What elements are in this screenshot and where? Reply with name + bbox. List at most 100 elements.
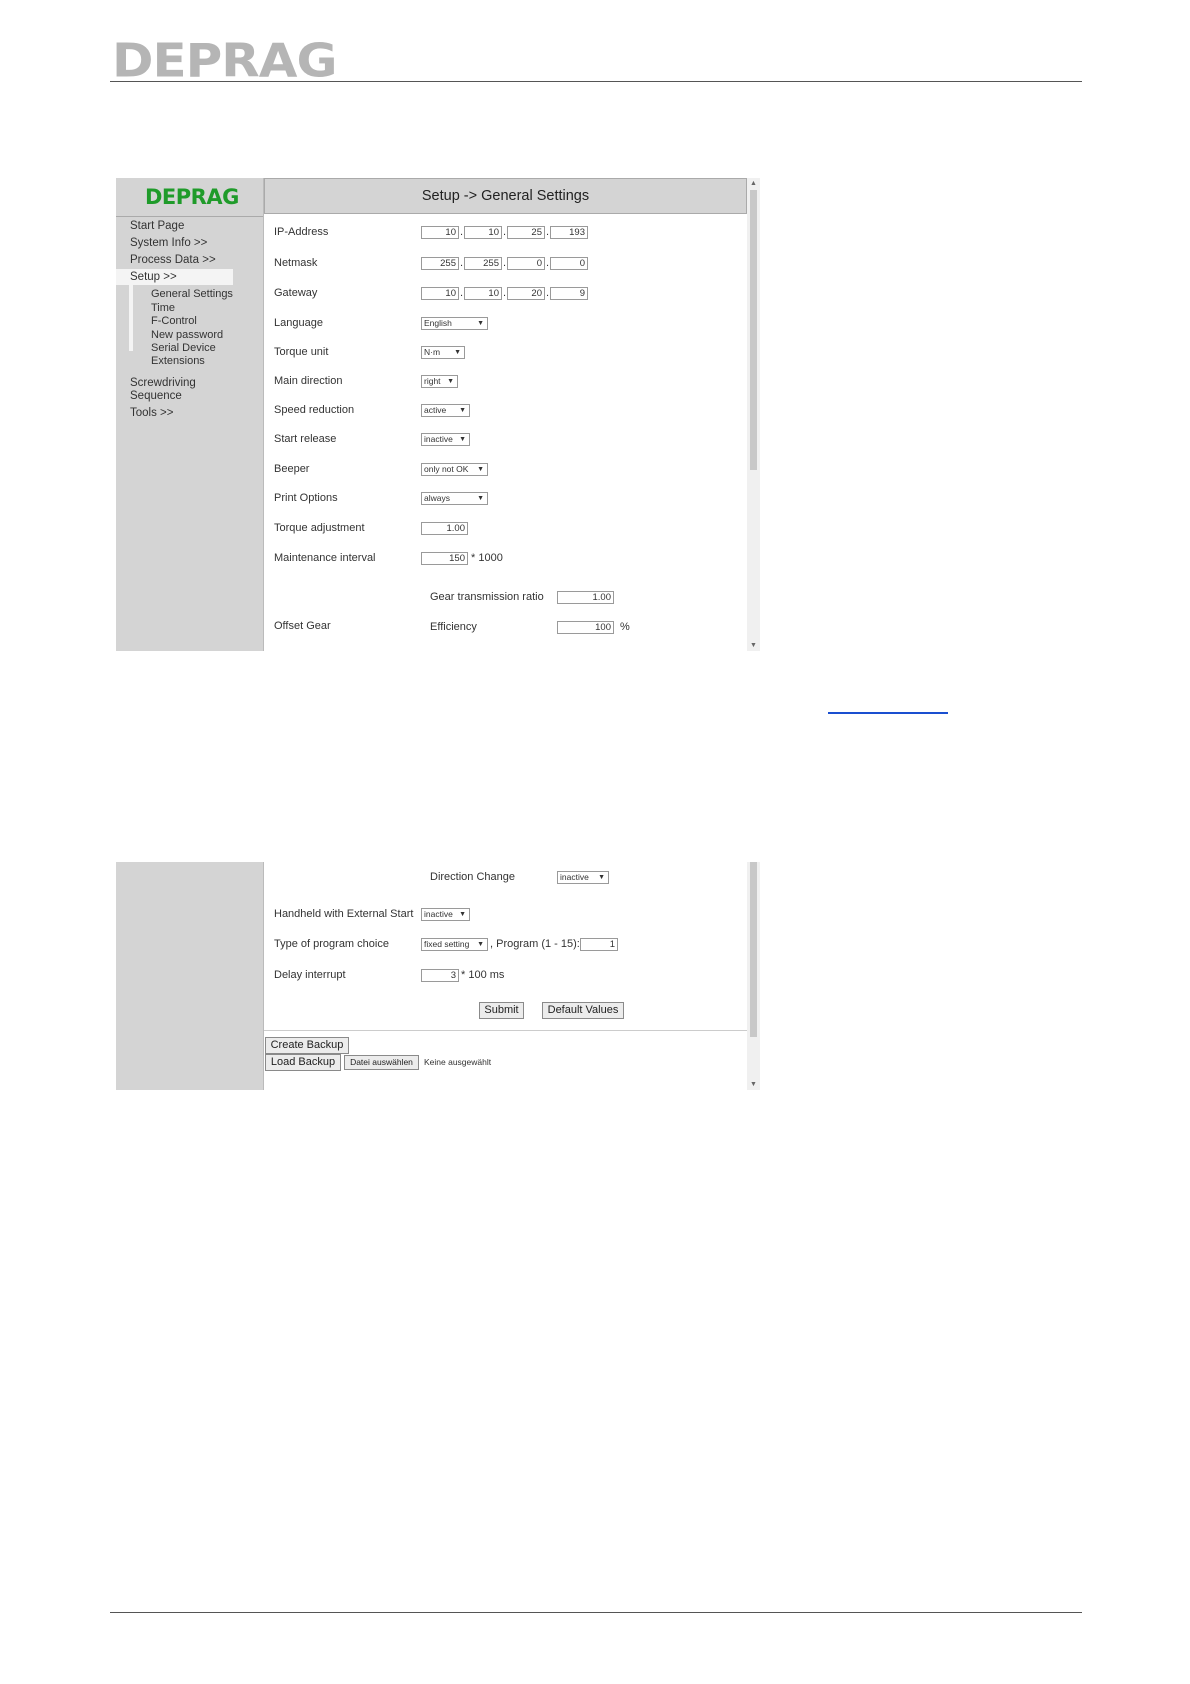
- maintenance-interval-input[interactable]: 150: [421, 552, 468, 565]
- nav-process-data[interactable]: Process Data >>: [130, 254, 216, 266]
- header-rule: [110, 81, 1082, 82]
- choose-file-button[interactable]: Datei auswählen: [344, 1055, 419, 1070]
- program-choice-select[interactable]: fixed setting ▼: [421, 938, 488, 951]
- print-options-value: always: [424, 493, 450, 503]
- dropdown-caret-icon: ▼: [447, 378, 454, 385]
- scrollbar-thumb[interactable]: [750, 862, 757, 1037]
- default-values-button[interactable]: Default Values: [542, 1002, 624, 1019]
- main-direction-label: Main direction: [274, 375, 343, 387]
- language-select[interactable]: English ▼: [421, 317, 488, 330]
- page-title: Setup -> General Settings: [421, 188, 590, 204]
- program-label: , Program (1 - 15):: [490, 938, 580, 950]
- delay-interrupt-unit: * 100 ms: [461, 969, 505, 981]
- scrollbar-thumb[interactable]: [750, 190, 757, 470]
- nav-setup[interactable]: Setup >>: [130, 271, 177, 283]
- program-input[interactable]: 1: [580, 938, 618, 951]
- scrollbar[interactable]: ▼: [747, 862, 760, 1090]
- torque-unit-value: N·m: [424, 347, 441, 357]
- dropdown-caret-icon: ▼: [477, 320, 484, 327]
- nav-serial-device[interactable]: Serial Device: [151, 342, 216, 354]
- gateway-dot: .: [503, 287, 507, 299]
- main-panel: Setup -> General Settings IP-Address 10 …: [263, 178, 747, 651]
- efficiency-label: Efficiency: [430, 621, 477, 633]
- nav-f-control[interactable]: F-Control: [151, 315, 197, 327]
- netmask-octet-4[interactable]: 0: [550, 257, 588, 270]
- delay-interrupt-input[interactable]: 3: [421, 969, 459, 982]
- efficiency-unit: %: [620, 621, 630, 633]
- nav-start-page[interactable]: Start Page: [130, 220, 184, 232]
- ip-dot: .: [460, 226, 464, 238]
- torque-unit-select[interactable]: N·m ▼: [421, 346, 465, 359]
- gateway-octet-1[interactable]: 10: [421, 287, 459, 300]
- ip-dot: .: [503, 226, 507, 238]
- title-bar: Setup -> General Settings: [264, 178, 747, 214]
- gear-ratio-input[interactable]: 1.00: [557, 591, 614, 604]
- sidebar-logo-text: DEPRAG: [145, 185, 239, 209]
- gateway-label: Gateway: [274, 287, 318, 299]
- submenu-strip: [129, 285, 133, 351]
- main-direction-select[interactable]: right ▼: [421, 375, 458, 388]
- screenshot-general-settings-bottom: Direction Change inactive ▼ Handheld with…: [116, 862, 760, 1090]
- dropdown-caret-icon: ▼: [477, 941, 484, 948]
- torque-adjustment-input[interactable]: 1.00: [421, 522, 468, 535]
- gateway-octet-3[interactable]: 20: [507, 287, 545, 300]
- dropdown-caret-icon: ▼: [459, 911, 466, 918]
- gateway-octet-4[interactable]: 9: [550, 287, 588, 300]
- maintenance-interval-label: Maintenance interval: [274, 552, 376, 564]
- direction-change-value: inactive: [560, 872, 589, 882]
- submit-button[interactable]: Submit: [479, 1002, 524, 1019]
- direction-change-select[interactable]: inactive ▼: [557, 871, 609, 884]
- dropdown-caret-icon: ▼: [477, 495, 484, 502]
- deprag-logo: DEPRAG: [112, 34, 338, 88]
- main-direction-value: right: [424, 376, 441, 386]
- nav-extensions[interactable]: Extensions: [151, 355, 205, 367]
- netmask-octet-2[interactable]: 255: [464, 257, 502, 270]
- ip-octet-1[interactable]: 10: [421, 226, 459, 239]
- nav-sequence[interactable]: Sequence: [130, 390, 182, 402]
- nav-time[interactable]: Time: [151, 302, 175, 314]
- direction-change-label: Direction Change: [430, 871, 515, 883]
- scroll-down-icon[interactable]: ▼: [750, 1081, 757, 1088]
- scroll-up-icon[interactable]: ▲: [750, 180, 757, 187]
- efficiency-input[interactable]: 100: [557, 621, 614, 634]
- speed-reduction-value: active: [424, 405, 447, 415]
- dropdown-caret-icon: ▼: [477, 466, 484, 473]
- handheld-external-start-select[interactable]: inactive ▼: [421, 908, 470, 921]
- netmask-octet-3[interactable]: 0: [507, 257, 545, 270]
- print-options-label: Print Options: [274, 492, 338, 504]
- beeper-select[interactable]: only not OK ▼: [421, 463, 488, 476]
- language-label: Language: [274, 317, 323, 329]
- program-choice-label: Type of program choice: [274, 938, 389, 950]
- gateway-octet-2[interactable]: 10: [464, 287, 502, 300]
- nav-screwdriving[interactable]: Screwdriving: [130, 377, 196, 389]
- ip-octet-2[interactable]: 10: [464, 226, 502, 239]
- netmask-dot: .: [546, 257, 550, 269]
- ip-octet-3[interactable]: 25: [507, 226, 545, 239]
- print-options-select[interactable]: always ▼: [421, 492, 488, 505]
- main-panel: Direction Change inactive ▼ Handheld with…: [263, 862, 747, 1090]
- netmask-octet-1[interactable]: 255: [421, 257, 459, 270]
- ip-octet-4[interactable]: 193: [550, 226, 588, 239]
- maintenance-interval-unit: * 1000: [471, 552, 503, 564]
- nav-general-settings[interactable]: General Settings: [151, 288, 233, 300]
- netmask-dot: .: [503, 257, 507, 269]
- hyperlink-underline[interactable]: [828, 712, 948, 714]
- speed-reduction-select[interactable]: active ▼: [421, 404, 470, 417]
- create-backup-button[interactable]: Create Backup: [265, 1037, 349, 1054]
- scroll-down-icon[interactable]: ▼: [750, 642, 757, 649]
- nav-new-password[interactable]: New password: [151, 329, 223, 341]
- nav-tools[interactable]: Tools >>: [130, 407, 173, 419]
- gateway-dot: .: [546, 287, 550, 299]
- sidebar-logo: DEPRAG: [116, 178, 263, 217]
- start-release-select[interactable]: inactive ▼: [421, 433, 470, 446]
- scrollbar[interactable]: ▲ ▼: [747, 178, 760, 651]
- load-backup-button[interactable]: Load Backup: [265, 1054, 341, 1071]
- ip-address-label: IP-Address: [274, 226, 329, 238]
- start-release-label: Start release: [274, 433, 337, 445]
- nav-system-info[interactable]: System Info >>: [130, 237, 207, 249]
- dropdown-caret-icon: ▼: [459, 436, 466, 443]
- dropdown-caret-icon: ▼: [454, 349, 461, 356]
- beeper-label: Beeper: [274, 463, 310, 475]
- beeper-value: only not OK: [424, 464, 469, 474]
- divider: [264, 1030, 747, 1031]
